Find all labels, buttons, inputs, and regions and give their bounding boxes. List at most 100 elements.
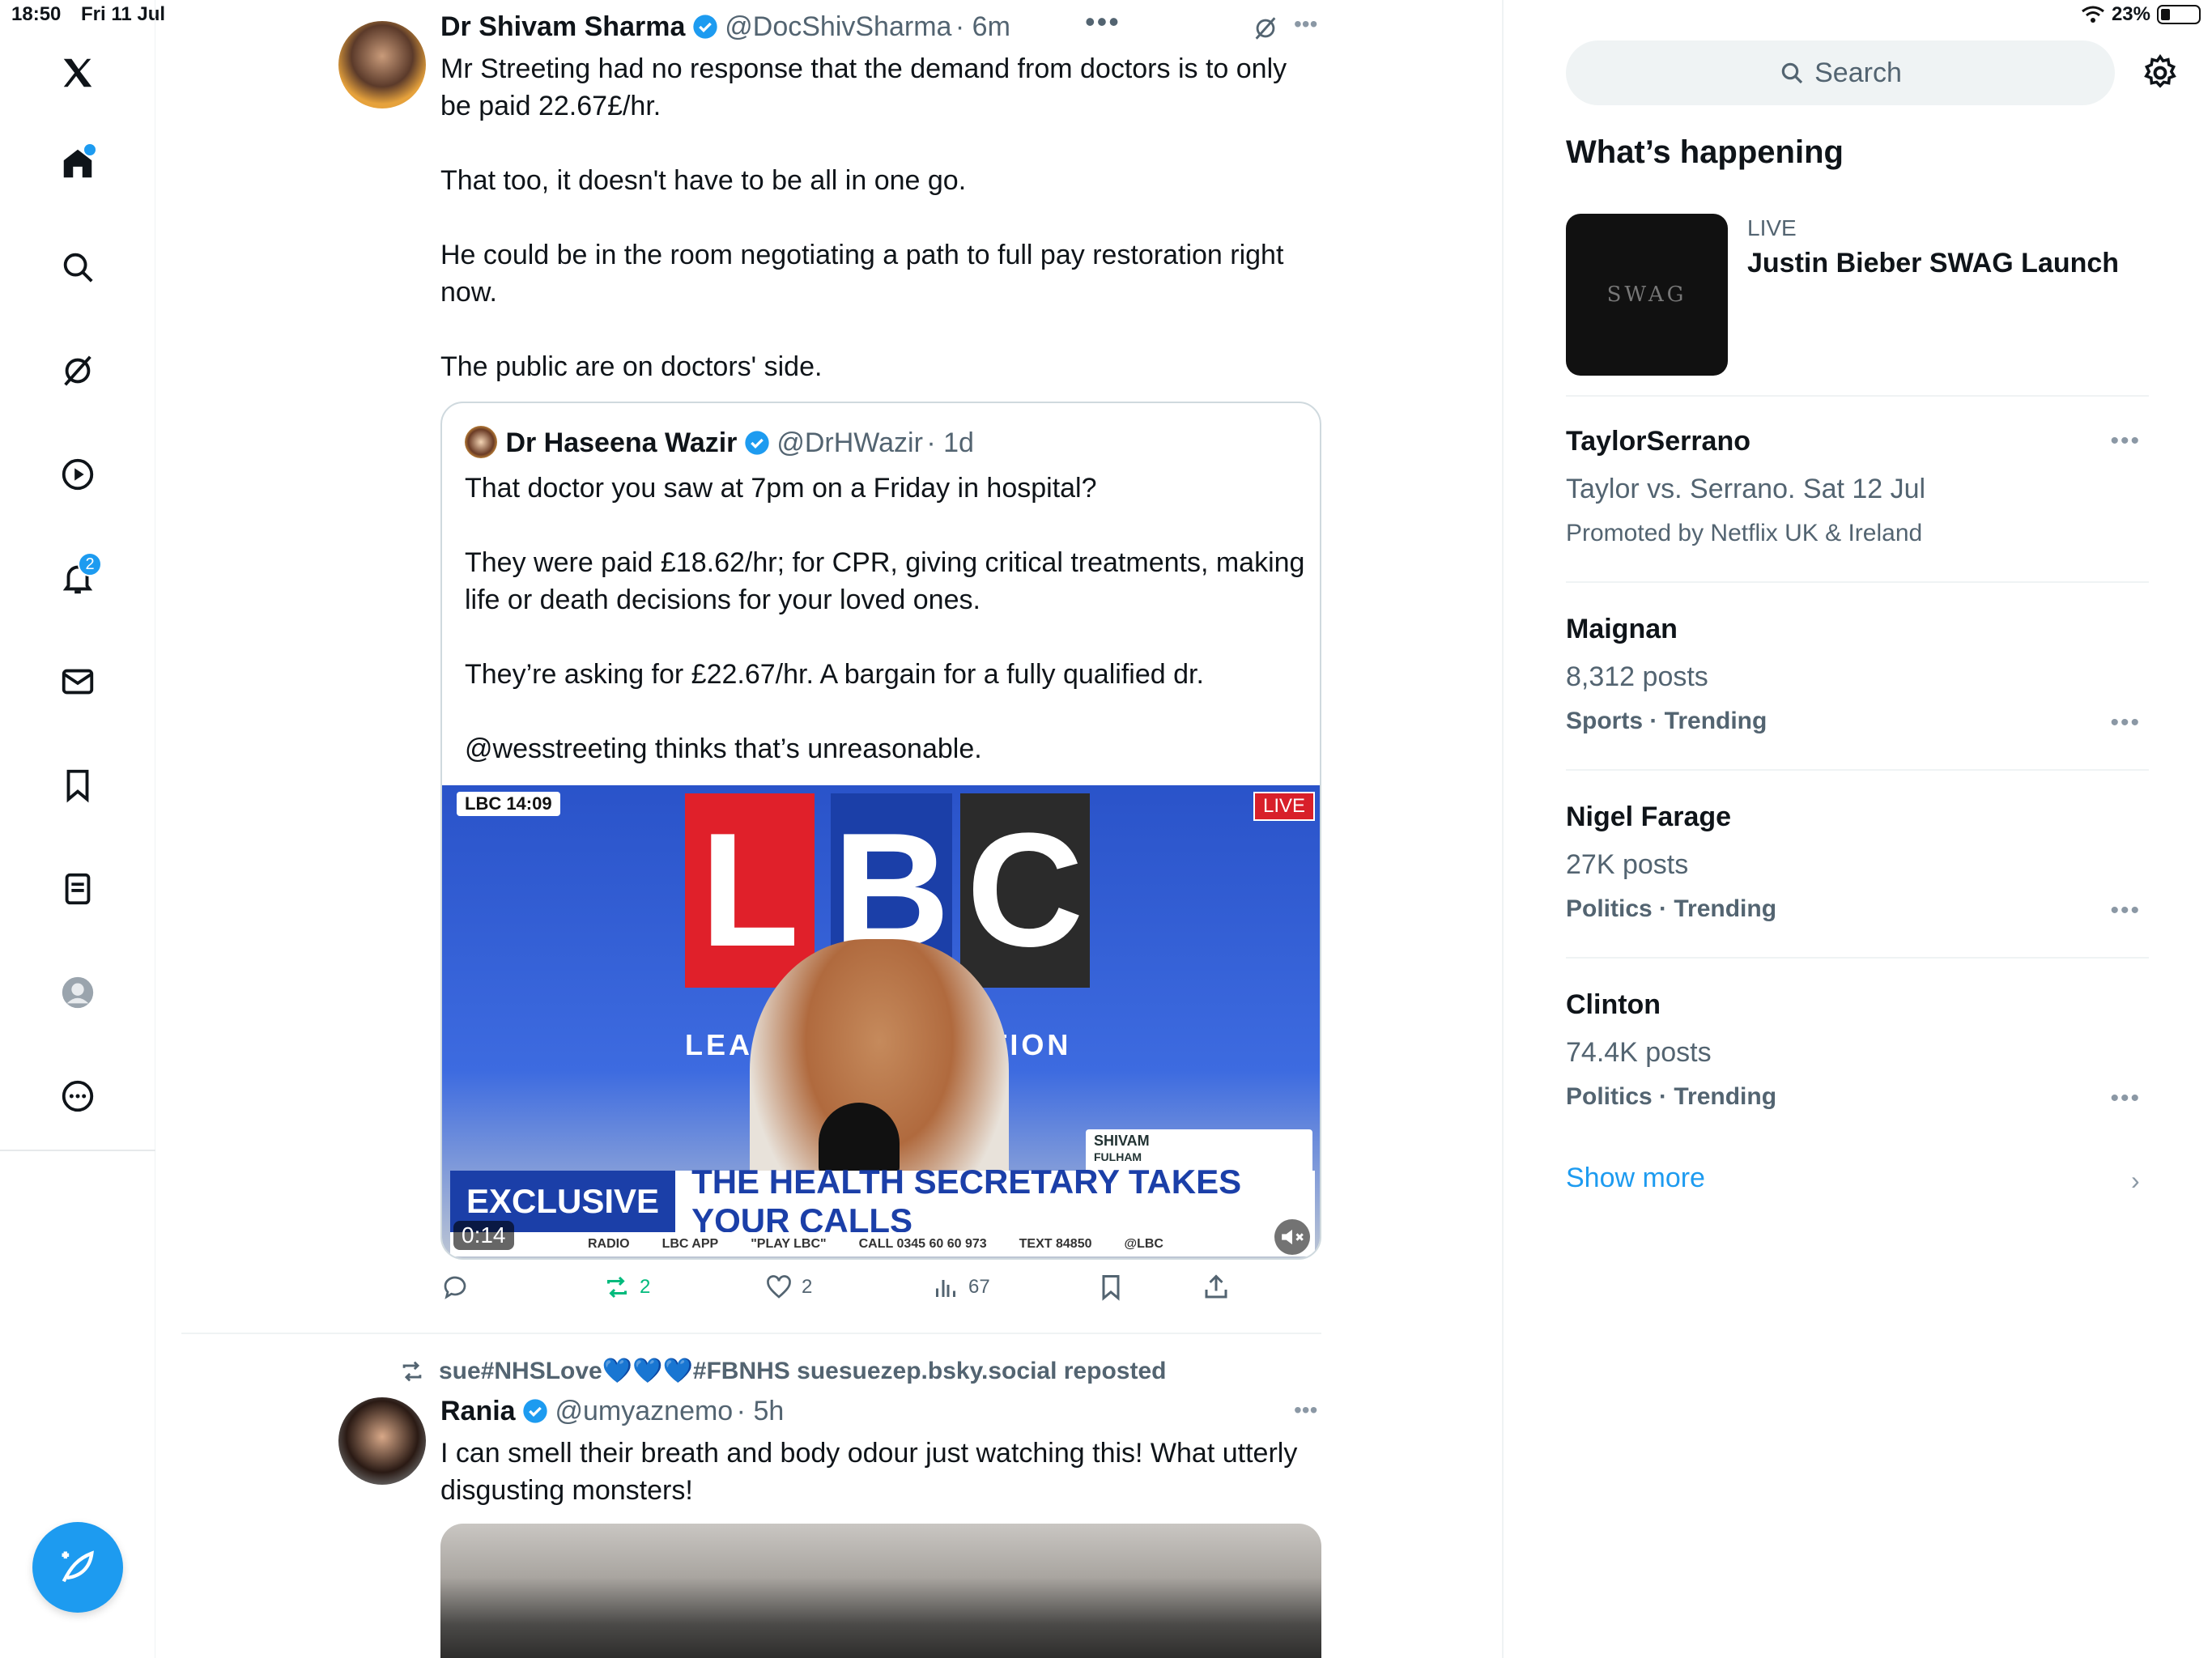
trend-subtitle: 74.4K posts: [1566, 1037, 1712, 1068]
tweet-more-button[interactable]: •••: [1294, 11, 1317, 37]
tweet-author-name[interactable]: Rania: [440, 1396, 516, 1426]
tweet-author-avatar[interactable]: [338, 21, 426, 108]
settings-gear-icon[interactable]: [2141, 53, 2180, 92]
tweet-timestamp[interactable]: 6m: [972, 11, 1010, 42]
retweet-button[interactable]: 2: [602, 1273, 650, 1302]
top-more-dots[interactable]: •••: [1085, 5, 1121, 39]
nav-explore[interactable]: [49, 238, 107, 296]
quote-timestamp: 1d: [943, 427, 974, 458]
tweet-more-button[interactable]: •••: [1294, 1397, 1317, 1423]
reply-button[interactable]: [440, 1273, 470, 1302]
nav-videos[interactable]: [49, 445, 107, 504]
trend-more-button[interactable]: •••: [2110, 897, 2141, 925]
compose-button[interactable]: [32, 1522, 123, 1613]
search-input[interactable]: Search: [1566, 40, 2115, 105]
trend-title: Nigel Farage: [1566, 801, 1732, 832]
trend-item[interactable]: Maignan 8,312 posts Sports · Trending ••…: [1566, 614, 2149, 737]
banner-headline: THE HEALTH SECRETARY TAKES YOUR CALLS: [675, 1163, 1315, 1239]
sidebar-divider: [1566, 395, 2149, 397]
heart-icon: [767, 1275, 791, 1299]
tweet-separator: [181, 1333, 1321, 1334]
views-button[interactable]: 67: [931, 1273, 990, 1302]
bookmark-icon: [1102, 1275, 1120, 1301]
ticker-bar: RADIO LBC APP "PLAY LBC" CALL 0345 60 60…: [450, 1232, 1315, 1256]
nav-divider: [0, 1150, 155, 1151]
views-count: 67: [968, 1276, 990, 1298]
channel-badge: LBC 14:09: [457, 792, 560, 816]
share-icon: [1205, 1274, 1227, 1299]
ticker-item: RADIO: [588, 1237, 630, 1251]
share-button[interactable]: [1202, 1273, 1231, 1302]
chevron-right-icon[interactable]: ›: [2131, 1166, 2140, 1196]
battery-icon: [2157, 5, 2201, 24]
trend-item[interactable]: Clinton 74.4K posts Politics · Trending …: [1566, 989, 2149, 1112]
tweet-timestamp[interactable]: 5h: [753, 1396, 784, 1426]
nav-more[interactable]: [49, 1067, 107, 1125]
trend-title: Maignan: [1566, 614, 1678, 644]
retweet-count: 2: [640, 1276, 651, 1298]
trend-category: Politics · Trending: [1566, 895, 1777, 922]
repost-label: sue#NHSLove💙💙💙#FBNHS suesuezep.bsky.soci…: [439, 1358, 1167, 1384]
nav-grok[interactable]: [49, 342, 107, 400]
lbc-logo-l: L: [685, 793, 815, 988]
ticker-item: LBC APP: [661, 1237, 719, 1251]
nav-notifications[interactable]: 2: [49, 549, 107, 607]
repost-context[interactable]: sue#NHSLove💙💙💙#FBNHS suesuezep.bsky.soci…: [398, 1357, 1166, 1385]
x-logo-icon[interactable]: [49, 44, 107, 102]
like-count: 2: [802, 1276, 813, 1298]
video-player[interactable]: LBC 14:09 LIVE L B C LEADING NVERSATION …: [442, 785, 1320, 1258]
lbc-logo-c: C: [960, 793, 1090, 988]
bookmark-icon: [66, 769, 89, 803]
trend-promoted: Promoted by Netflix UK & Ireland: [1566, 520, 1923, 546]
tweet-text: Mr Streeting had no response that the de…: [440, 53, 1287, 382]
mute-icon[interactable]: [1274, 1219, 1310, 1255]
bookmark-button[interactable]: [1096, 1273, 1125, 1302]
search-icon: [63, 253, 93, 283]
trend-title: Clinton: [1566, 989, 1661, 1020]
whats-happening-heading: What’s happening: [1566, 134, 1844, 170]
trend-category: Politics · Trending: [1566, 1083, 1777, 1110]
ticker-item: @LBC: [1124, 1237, 1163, 1251]
like-button[interactable]: 2: [764, 1273, 812, 1302]
speaker-muted-icon: [1282, 1229, 1304, 1245]
quoted-tweet[interactable]: Dr Haseena Wazir @DrHWazir · 1d That doc…: [440, 402, 1321, 1260]
tweet-author-handle[interactable]: @umyaznemo: [555, 1396, 734, 1426]
trend-subtitle: Taylor vs. Serrano. Sat 12 Jul: [1566, 474, 1926, 504]
quote-header: Dr Haseena Wazir @DrHWazir · 1d: [465, 426, 974, 459]
tweet-header: Rania @umyaznemo · 5h: [440, 1396, 785, 1426]
list-icon: [65, 873, 91, 905]
mail-icon: [62, 669, 94, 695]
nav-lists[interactable]: [49, 860, 107, 918]
more-circle-icon: [62, 1080, 94, 1112]
nav-home[interactable]: [49, 134, 107, 193]
live-event-card[interactable]: SWAG LIVE Justin Bieber SWAG Launch: [1566, 214, 2149, 376]
trend-more-button[interactable]: •••: [2110, 1085, 2141, 1112]
battery-percent: 23%: [2111, 3, 2150, 25]
grok-icon[interactable]: [1252, 15, 1279, 42]
tweet-author-avatar[interactable]: [338, 1397, 426, 1485]
tweet-author-name[interactable]: Dr Shivam Sharma: [440, 11, 685, 42]
tweet-header: Dr Shivam Sharma @DocShivSharma · 6m: [440, 11, 1010, 42]
trend-more-button[interactable]: •••: [2110, 709, 2141, 737]
compose-feather-icon: [62, 1550, 94, 1583]
verified-badge-icon: [745, 431, 769, 455]
trend-more-button[interactable]: •••: [2110, 427, 2141, 455]
trend-category: Sports · Trending: [1566, 708, 1767, 734]
trend-item[interactable]: TaylorSerrano Taylor vs. Serrano. Sat 12…: [1566, 426, 2149, 547]
verified-badge-icon: [693, 15, 717, 39]
sidebar-divider: [1566, 581, 2149, 583]
profile-avatar-icon: [62, 976, 94, 1009]
headline-banner: EXCLUSIVE THE HEALTH SECRETARY TAKES YOU…: [450, 1163, 1315, 1239]
trend-item[interactable]: Nigel Farage 27K posts Politics · Trendi…: [1566, 801, 2149, 925]
nav-bookmarks[interactable]: [49, 756, 107, 814]
search-icon: [1781, 62, 1803, 84]
tweet-author-handle[interactable]: @DocShivSharma: [725, 11, 951, 42]
ticker-item: CALL 0345 60 60 973: [858, 1237, 987, 1251]
trend-subtitle: 8,312 posts: [1566, 661, 1708, 692]
notifications-badge: 2: [78, 552, 102, 576]
grok-icon: [64, 355, 91, 386]
show-more-link[interactable]: Show more: [1566, 1163, 1705, 1194]
nav-profile[interactable]: [49, 963, 107, 1022]
nav-messages[interactable]: [49, 653, 107, 711]
tweet-media[interactable]: [440, 1524, 1321, 1658]
